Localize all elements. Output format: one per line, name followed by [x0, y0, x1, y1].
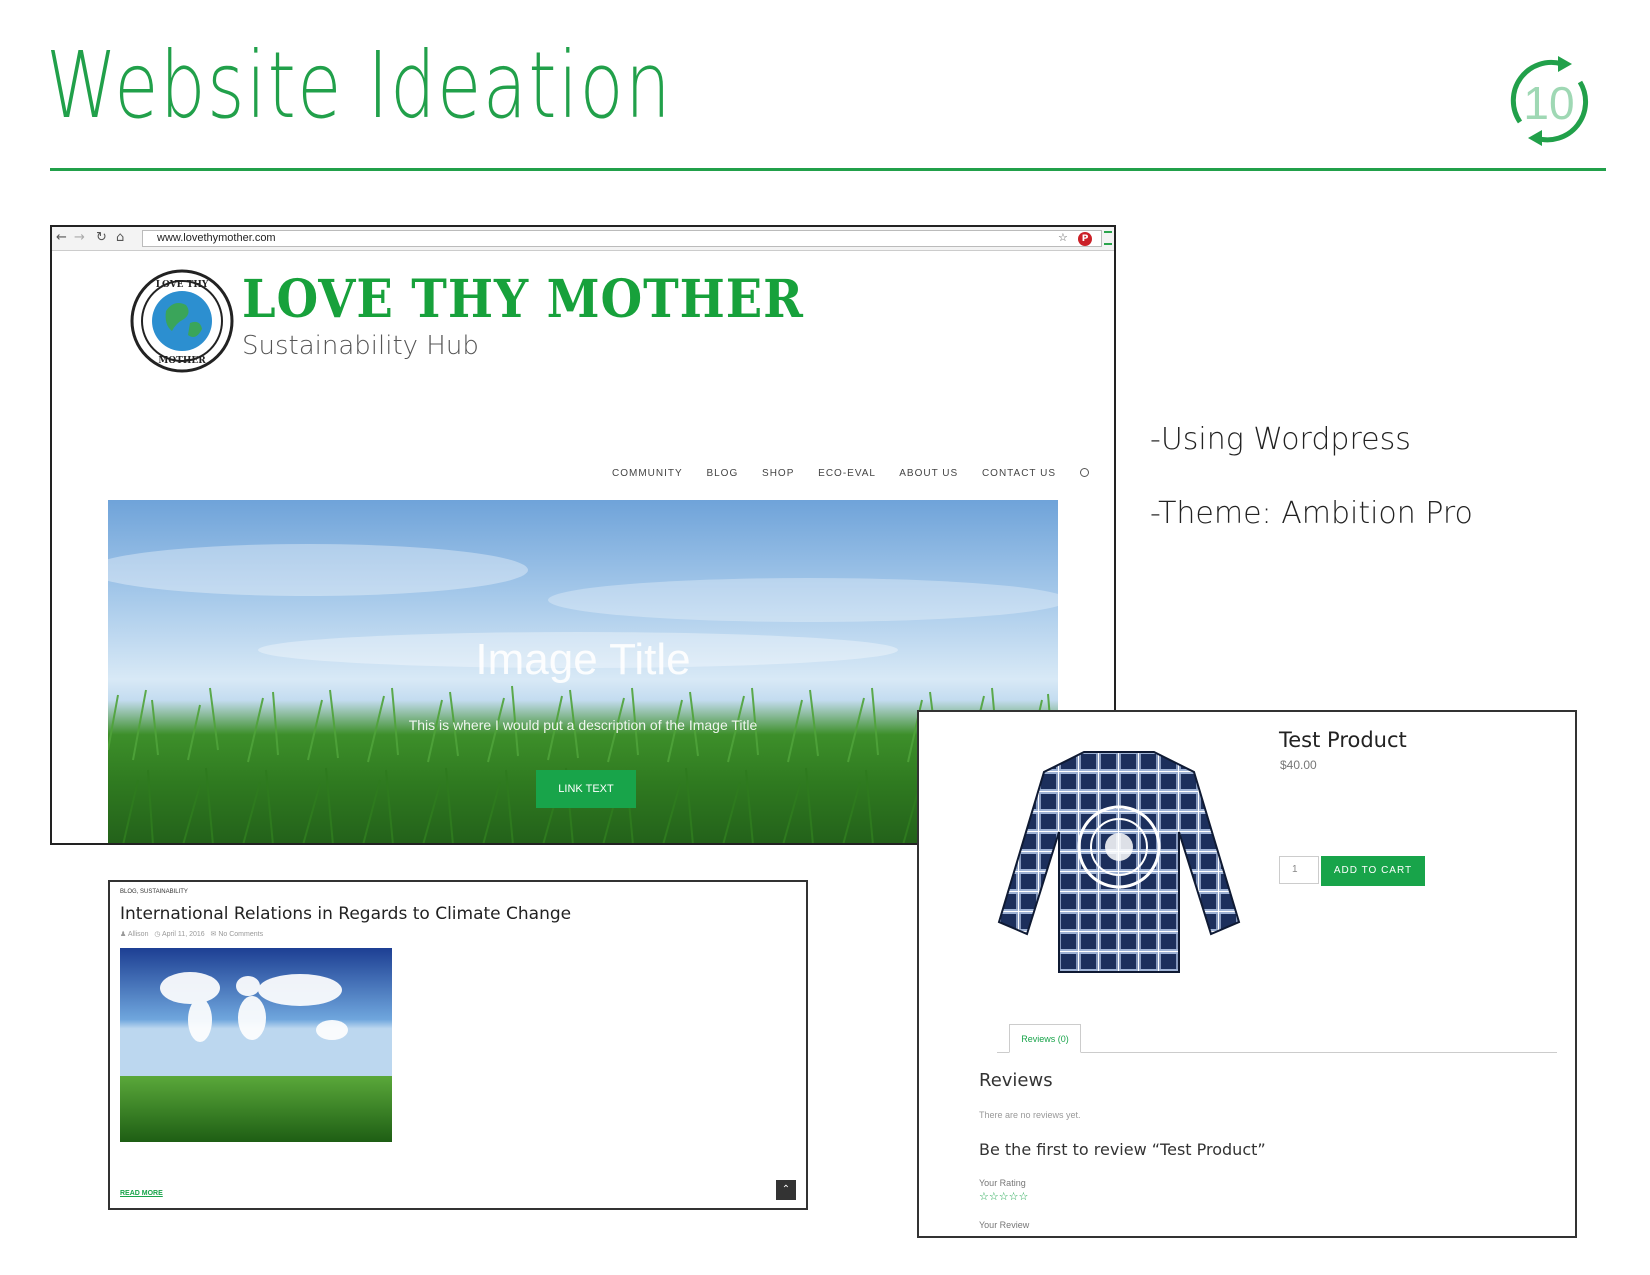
- post-meta: ♟ Allison ◷ April 11, 2016 ✉ No Comments: [120, 930, 263, 938]
- review-form-title: Be the first to review “Test Product”: [979, 1140, 1266, 1159]
- hero-link-button[interactable]: LINK TEXT: [536, 770, 636, 808]
- search-icon[interactable]: [1079, 468, 1089, 477]
- address-bar[interactable]: www.lovethymother.com: [142, 230, 1102, 247]
- add-to-cart-button[interactable]: ADD TO CART: [1321, 856, 1425, 886]
- flannel-shirt-image[interactable]: [989, 742, 1249, 982]
- reload-icon[interactable]: ↻: [96, 230, 107, 245]
- post-comments[interactable]: No Comments: [218, 931, 263, 938]
- tab-reviews[interactable]: Reviews (0): [1009, 1024, 1081, 1053]
- tabs-divider: [997, 1052, 1557, 1053]
- menu-icon[interactable]: [1104, 231, 1112, 245]
- post-categories[interactable]: BLOG, SUSTAINABILITY: [120, 889, 188, 895]
- hero-description: This is where I would put a description …: [408, 717, 758, 733]
- product-price: $40.00: [1280, 758, 1317, 772]
- hero-banner: Image Title This is where I would put a …: [108, 500, 1058, 843]
- nav-item-shop[interactable]: SHOP: [762, 468, 794, 479]
- scroll-to-top-icon[interactable]: ⌃: [776, 1180, 796, 1200]
- blog-post-screenshot: BLOG, SUSTAINABILITY International Relat…: [108, 880, 808, 1210]
- post-date: April 11, 2016: [161, 931, 205, 938]
- review-label: Your Review: [979, 1220, 1030, 1230]
- note-theme: -Theme: Ambition Pro: [1150, 496, 1473, 531]
- pinterest-icon[interactable]: P: [1078, 232, 1092, 246]
- quantity-stepper[interactable]: 1: [1279, 856, 1319, 884]
- nav-item-community[interactable]: COMMUNITY: [612, 468, 683, 479]
- read-more-link[interactable]: READ MORE: [120, 1190, 163, 1197]
- hero-title: Image Title: [475, 635, 691, 684]
- note-platform: -Using Wordpress: [1150, 422, 1411, 457]
- cloud-world-map-image[interactable]: [120, 948, 392, 1142]
- site-logo[interactable]: LOVE THY MOTHER: [130, 269, 234, 373]
- browser-toolbar: ← → ↻ ⌂ www.lovethymother.com ☆ P: [52, 227, 1114, 251]
- svg-text:LOVE THY: LOVE THY: [156, 280, 209, 290]
- star-rating-input[interactable]: ☆☆☆☆☆: [979, 1190, 1028, 1203]
- post-title[interactable]: International Relations in Regards to Cl…: [120, 904, 571, 924]
- site-tagline: Sustainability Hub: [242, 331, 479, 361]
- svg-text:MOTHER: MOTHER: [158, 356, 206, 366]
- page-number: 10: [1523, 77, 1575, 129]
- slide-title: Website Ideation: [46, 32, 673, 139]
- main-nav: COMMUNITY BLOG SHOP ECO-EVAL ABOUT US CO…: [612, 467, 1109, 479]
- post-author[interactable]: Allison: [128, 931, 149, 938]
- author-icon: ♟: [120, 931, 127, 938]
- rating-label: Your Rating: [979, 1178, 1026, 1188]
- site-name[interactable]: LOVE THY MOTHER: [242, 269, 804, 330]
- clock-icon: ◷: [154, 931, 161, 938]
- home-icon[interactable]: ⌂: [116, 230, 124, 245]
- forward-arrow-icon[interactable]: →: [74, 230, 85, 245]
- bookmark-star-icon[interactable]: ☆: [1058, 231, 1068, 244]
- nav-item-about-us[interactable]: ABOUT US: [899, 468, 958, 479]
- nav-item-eco-eval[interactable]: ECO-EVAL: [818, 468, 876, 479]
- product-name: Test Product: [1279, 728, 1407, 752]
- nav-item-blog[interactable]: BLOG: [706, 468, 738, 479]
- nav-item-contact-us[interactable]: CONTACT US: [982, 468, 1056, 479]
- back-arrow-icon[interactable]: ←: [56, 230, 67, 245]
- page-number-badge: 10: [1500, 52, 1598, 150]
- reviews-heading: Reviews: [979, 1070, 1053, 1091]
- product-page-screenshot: Test Product $40.00 1 ADD TO CART Review…: [917, 710, 1577, 1238]
- no-reviews-text: There are no reviews yet.: [979, 1110, 1081, 1120]
- comment-icon: ✉: [210, 931, 217, 938]
- title-divider: [50, 168, 1606, 171]
